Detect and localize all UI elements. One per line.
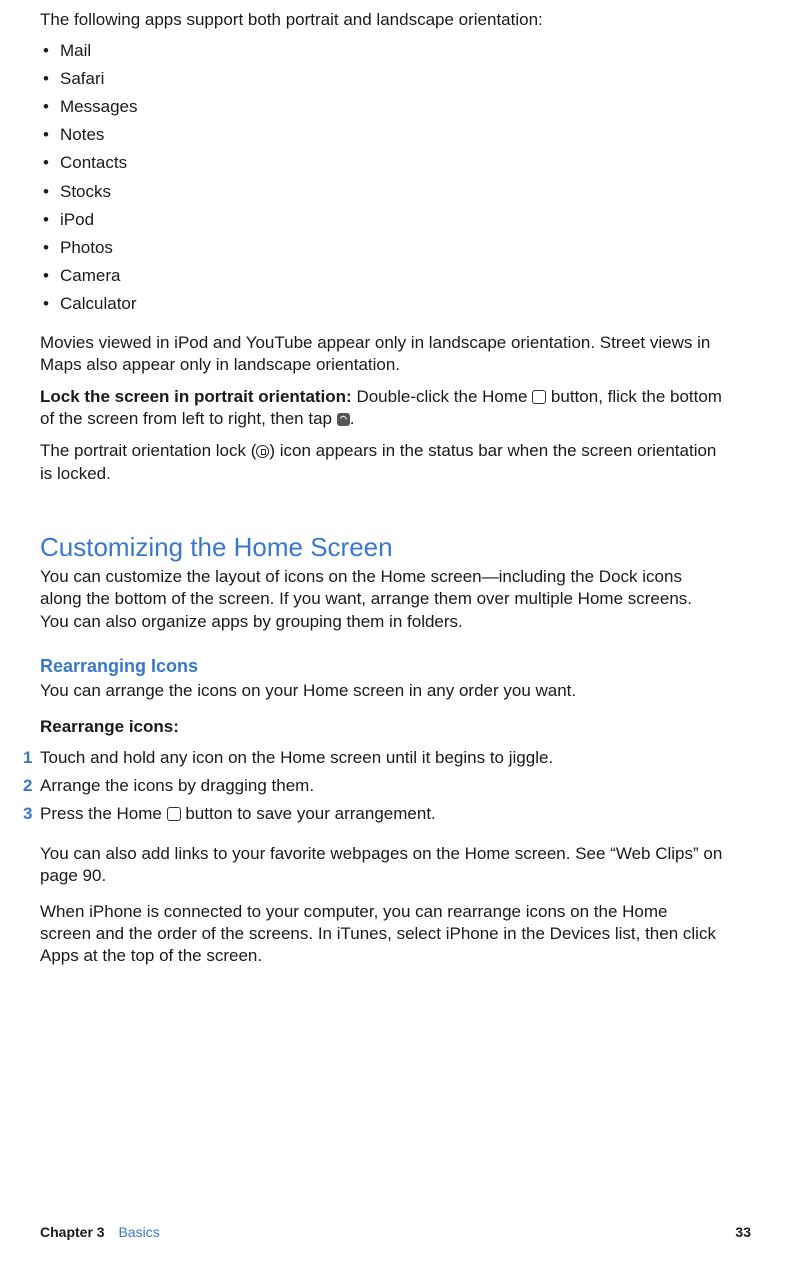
bullet-icon: • bbox=[43, 124, 60, 146]
bullet-icon: • bbox=[43, 96, 60, 118]
rearrange-label: Rearrange icons: bbox=[40, 716, 723, 738]
webclips-text: You can also add links to your favorite … bbox=[40, 843, 723, 887]
list-item: •Mail bbox=[40, 37, 723, 65]
list-item: •Stocks bbox=[40, 178, 723, 206]
chapter-label: Chapter 3 bbox=[40, 1224, 105, 1240]
home-button-icon bbox=[167, 807, 181, 821]
list-item: •iPod bbox=[40, 206, 723, 234]
itunes-text: When iPhone is connected to your compute… bbox=[40, 901, 723, 967]
apps-list: •Mail •Safari •Messages •Notes •Contacts… bbox=[40, 37, 723, 318]
list-item: •Safari bbox=[40, 65, 723, 93]
list-item: •Photos bbox=[40, 234, 723, 262]
bullet-icon: • bbox=[43, 152, 60, 174]
lock-instruction: Lock the screen in portrait orientation:… bbox=[40, 386, 723, 430]
steps-list: 1Touch and hold any icon on the Home scr… bbox=[40, 744, 723, 828]
bullet-icon: • bbox=[43, 209, 60, 231]
list-item: •Notes bbox=[40, 121, 723, 149]
list-item: •Camera bbox=[40, 262, 723, 290]
rearranging-text: You can arrange the icons on your Home s… bbox=[40, 680, 723, 702]
lock-status-icon bbox=[256, 445, 269, 458]
footer-left: Chapter 3 Basics bbox=[40, 1224, 160, 1240]
step-item: 2Arrange the icons by dragging them. bbox=[23, 772, 723, 800]
page-content: The following apps support both portrait… bbox=[0, 0, 785, 967]
list-item: •Messages bbox=[40, 93, 723, 121]
page-footer: Chapter 3 Basics 33 bbox=[40, 1224, 751, 1240]
intro-text: The following apps support both portrait… bbox=[40, 9, 723, 31]
bullet-icon: • bbox=[43, 181, 60, 203]
customizing-text: You can customize the layout of icons on… bbox=[40, 566, 723, 632]
chapter-name: Basics bbox=[118, 1224, 159, 1240]
step-item: 3Press the Home button to save your arra… bbox=[23, 800, 723, 828]
status-bar-note: The portrait orientation lock () icon ap… bbox=[40, 440, 723, 484]
bullet-icon: • bbox=[43, 265, 60, 287]
page-number: 33 bbox=[735, 1224, 751, 1240]
landscape-note: Movies viewed in iPod and YouTube appear… bbox=[40, 332, 723, 376]
lock-label: Lock the screen in portrait orientation: bbox=[40, 387, 352, 406]
step-item: 1Touch and hold any icon on the Home scr… bbox=[23, 744, 723, 772]
bullet-icon: • bbox=[43, 237, 60, 259]
list-item: •Contacts bbox=[40, 149, 723, 177]
bullet-icon: • bbox=[43, 40, 60, 62]
step-number: 2 bbox=[23, 775, 32, 797]
step-number: 3 bbox=[23, 803, 32, 825]
list-item: •Calculator bbox=[40, 290, 723, 318]
lock-rotation-icon bbox=[337, 413, 350, 426]
step-number: 1 bbox=[23, 747, 32, 769]
bullet-icon: • bbox=[43, 68, 60, 90]
home-button-icon bbox=[532, 390, 546, 404]
section-heading-customizing: Customizing the Home Screen bbox=[40, 531, 723, 565]
subsection-heading-rearranging: Rearranging Icons bbox=[40, 655, 723, 678]
bullet-icon: • bbox=[43, 293, 60, 315]
